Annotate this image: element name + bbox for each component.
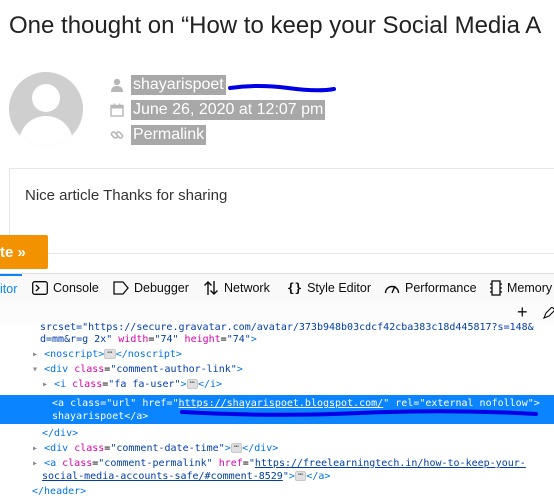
tab-memory[interactable]: Memory [490,274,552,301]
comment-date-row: June 26, 2020 at 12:07 pm [108,99,326,121]
memory-icon [490,279,502,296]
markup-tree: srcset="https://secure.gravatar.com/avat… [0,322,554,498]
link-icon [108,126,126,144]
tree-close-header: </header> [32,486,87,497]
collapsed-content-badge[interactable]: ⋯ [186,379,198,389]
tree-node-icon[interactable]: ▸ <i class="fa fa-user"> ⋯ </i> [42,378,222,391]
tab-style-editor[interactable]: {} Style Editor [287,274,371,301]
tab-console[interactable]: Console [32,274,99,301]
avatar [9,72,83,146]
tree-node-comment-date-time[interactable]: ▸ <div class="comment-date-time"> ⋯ </div> [32,442,278,455]
tree-node-comment-permalink[interactable]: ▸ <a class="comment-permalink" href="htt… [32,457,526,470]
network-icon [204,280,218,295]
tab-inspector[interactable]: itor [0,274,22,301]
tree-permalink-href-cont: social-media-accounts-safe/#comment-8529… [42,470,331,483]
console-icon [32,280,48,295]
calendar-icon [108,101,126,119]
add-node-button[interactable]: + [517,302,528,323]
tab-label: itor [0,281,18,296]
selected-anchor-href[interactable]: https://shayarispoet.blogspot.com/ [179,398,384,409]
tab-network[interactable]: Network [203,274,270,301]
collapsed-content-badge[interactable]: ⋯ [104,349,116,359]
debugger-icon [113,280,129,295]
collapsed-content-badge[interactable]: ⋯ [230,443,243,453]
pick-element-icon[interactable] [543,307,554,319]
tab-debugger[interactable]: Debugger [113,274,189,301]
tab-label: Style Editor [307,280,371,295]
permalink-href[interactable]: https://freelearningtech.in/how-to-keep-… [255,458,526,469]
page-title: One thought on “How to keep your Social … [9,12,542,39]
collapsed-content-badge[interactable]: ⋯ [294,471,307,481]
selected-anchor-text: shayarispoet</a> [52,411,149,422]
tree-node-comment-author-link[interactable]: ▾ <div class="comment-author-link"> [32,363,243,376]
tree-line-img-attrs: d=mm&r=g 2x" width="74" height="74"> [40,334,257,345]
tab-label: Performance [405,280,477,295]
annotation-scribble [228,84,336,93]
tree-node-noscript[interactable]: ▸ <noscript> ⋯ </noscript> [32,348,182,361]
floating-button-label: te » [0,243,26,261]
user-icon [108,76,126,94]
tree-close-div: </div> [42,428,79,439]
comment-body-box [9,168,554,254]
performance-icon [384,285,400,293]
devtools-toolbar: itor Console Debugger Network {} Style E… [0,273,554,302]
tab-label: Debugger [134,280,189,295]
style-editor-icon: {} [287,280,303,295]
comment-permalink[interactable]: Permalink [131,125,207,145]
tab-label: Network [224,280,270,295]
tree-node-selected-anchor[interactable]: <a class="url" href="https://shayarispoe… [0,395,554,424]
selected-anchor-open: <a class="url" href="https://shayarispoe… [52,398,540,409]
floating-action-button[interactable]: te » [0,235,48,269]
comment-date: June 26, 2020 at 12:07 pm [131,100,326,120]
comment-author-link[interactable]: shayarispoet [131,75,226,95]
comment-text: Nice article Thanks for sharing [25,187,228,204]
comment-permalink-row: Permalink [108,124,207,146]
tab-label: Memory [507,280,553,295]
comment-author-row: shayarispoet [108,74,226,96]
tab-performance[interactable]: Performance [384,274,477,301]
tab-label: Console [53,280,99,295]
